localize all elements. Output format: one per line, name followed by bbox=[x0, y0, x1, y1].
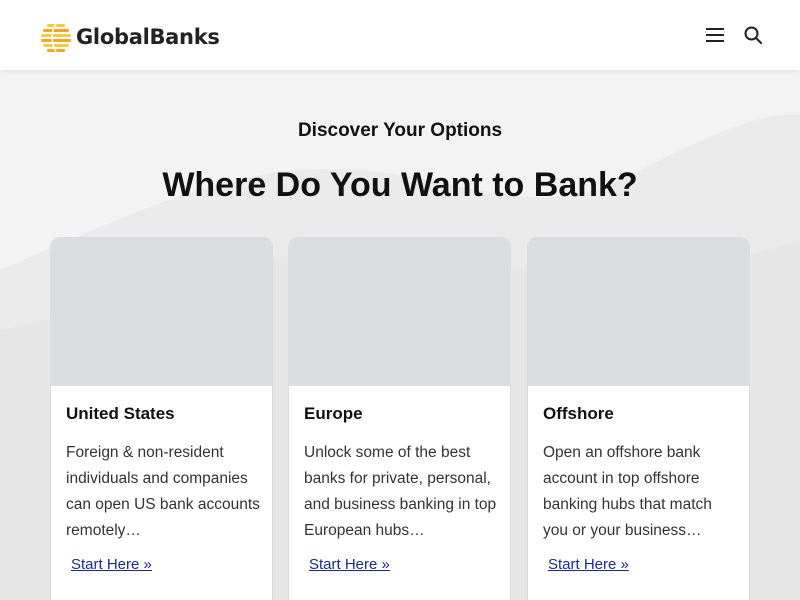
search-icon[interactable] bbox=[742, 24, 764, 46]
brand-name: GlobalBanks bbox=[76, 25, 220, 49]
card-description: Open an offshore bank account in top off… bbox=[543, 444, 712, 539]
card-description: Unlock some of the best banks for privat… bbox=[304, 444, 497, 539]
hamburger-menu-icon[interactable] bbox=[704, 24, 728, 46]
region-card-offshore: Offshore Open an offshore bank account i… bbox=[527, 237, 750, 600]
card-image bbox=[51, 238, 272, 386]
site-header: GlobalBanks bbox=[0, 0, 800, 70]
start-here-link[interactable]: Start Here » bbox=[71, 556, 152, 573]
card-title: Offshore bbox=[543, 404, 614, 423]
card-image bbox=[289, 238, 510, 386]
region-card-europe: Europe Unlock some of the best banks for… bbox=[288, 237, 511, 600]
card-title: Europe bbox=[304, 404, 363, 423]
start-here-link[interactable]: Start Here » bbox=[309, 556, 390, 573]
card-image bbox=[528, 238, 749, 386]
card-title: United States bbox=[66, 404, 175, 423]
globe-logo-icon bbox=[41, 23, 71, 52]
section-eyebrow: Discover Your Options bbox=[297, 120, 503, 141]
region-card-united-states: United States Foreign & non-resident ind… bbox=[50, 237, 273, 600]
card-description: Foreign & non-resident individuals and c… bbox=[66, 444, 260, 539]
start-here-link[interactable]: Start Here » bbox=[548, 556, 629, 573]
brand-logo[interactable]: GlobalBanks bbox=[40, 22, 220, 52]
section-heading: Where Do You Want to Bank? bbox=[162, 166, 638, 204]
